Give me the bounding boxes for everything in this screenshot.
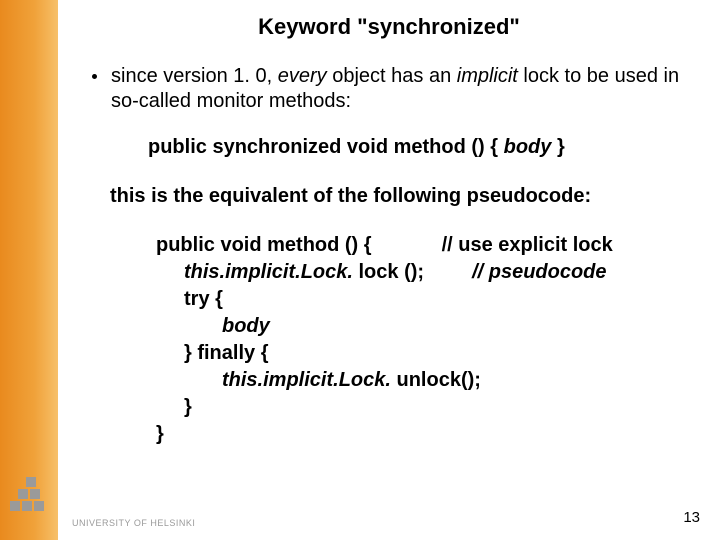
comment: // pseudocode bbox=[472, 261, 606, 283]
code-line: public void method () { // use explicit l… bbox=[156, 232, 720, 259]
kw-method: method bbox=[394, 136, 466, 158]
university-logo-icon bbox=[10, 475, 60, 530]
kw-void: void bbox=[341, 136, 393, 158]
code-line: body bbox=[156, 313, 720, 340]
bullet-dot-icon bbox=[92, 74, 97, 79]
university-label: UNIVERSITY OF HELSINKI bbox=[72, 518, 195, 528]
text: implicit.Lock. bbox=[263, 369, 391, 391]
code-line: } finally { bbox=[156, 340, 720, 367]
text: () { bbox=[466, 136, 504, 158]
comment: // use explicit lock bbox=[442, 234, 613, 256]
text: this. bbox=[222, 369, 263, 391]
text: } bbox=[551, 136, 564, 158]
text: this. bbox=[184, 261, 225, 283]
code-line: } bbox=[156, 421, 720, 448]
page-number: 13 bbox=[683, 509, 700, 526]
bullet-text: since version 1. 0, every object has an … bbox=[111, 64, 700, 114]
text: object has an bbox=[327, 65, 457, 87]
text: () { bbox=[339, 234, 371, 256]
code-line-1: public synchronized void method () { bod… bbox=[148, 136, 720, 159]
kw-synchronized: synchronized bbox=[212, 136, 341, 158]
text: implicit.Lock. bbox=[225, 261, 353, 283]
code-line: } bbox=[156, 394, 720, 421]
code-line: try { bbox=[156, 286, 720, 313]
text: public void bbox=[156, 234, 267, 256]
code-line: this.implicit.Lock. unlock(); bbox=[156, 367, 720, 394]
kw-body: body bbox=[504, 136, 552, 158]
accent-sidebar bbox=[0, 0, 58, 540]
kw-public: public bbox=[148, 136, 212, 158]
pseudocode-block: public void method () { // use explicit l… bbox=[156, 232, 720, 448]
equivalent-text: this is the equivalent of the following … bbox=[110, 185, 700, 208]
slide-content: Keyword "synchronized" since version 1. … bbox=[58, 0, 720, 540]
text: lock (); bbox=[353, 261, 424, 283]
slide-title: Keyword "synchronized" bbox=[58, 14, 720, 40]
text-implicit: implicit bbox=[457, 65, 518, 87]
text-every: every bbox=[278, 65, 327, 87]
text: unlock(); bbox=[391, 369, 481, 391]
code-line: this.implicit.Lock. lock (); // pseudocod… bbox=[156, 259, 720, 286]
text: method bbox=[267, 234, 339, 256]
bullet-item: since version 1. 0, every object has an … bbox=[92, 64, 700, 114]
text: since version 1. 0, bbox=[111, 65, 278, 87]
